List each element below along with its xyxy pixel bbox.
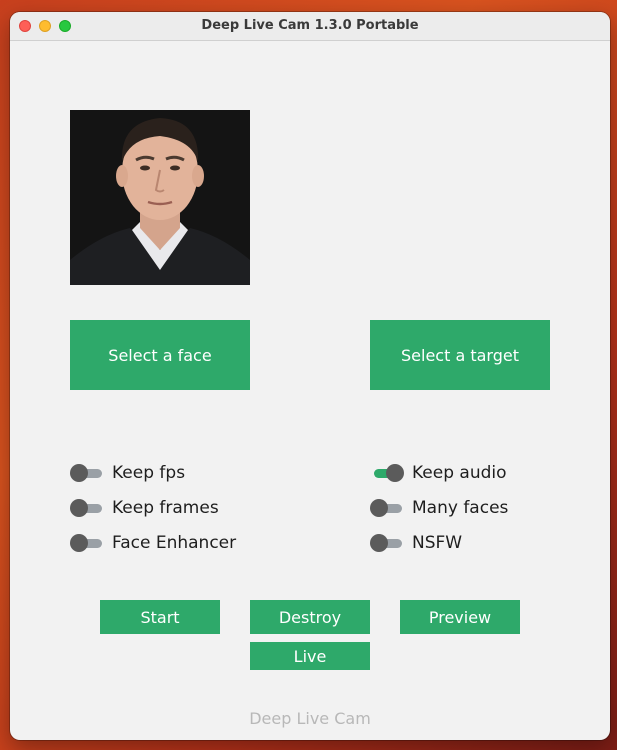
keep-fps-label: Keep fps [112,463,186,483]
keep-audio-row[interactable]: Keep audio [370,462,507,484]
title-bar[interactable]: Deep Live Cam 1.3.0 Portable [10,12,610,41]
keep-fps-switch[interactable] [70,464,104,482]
many-faces-switch[interactable] [370,499,404,517]
start-button[interactable]: Start [100,600,220,634]
keep-audio-label: Keep audio [412,463,507,483]
face-enhancer-row[interactable]: Face Enhancer [70,532,236,554]
keep-frames-label: Keep frames [112,498,219,518]
face-photo-icon [70,110,250,285]
keep-audio-switch[interactable] [370,464,404,482]
face-enhancer-label: Face Enhancer [112,533,237,553]
keep-frames-switch[interactable] [70,499,104,517]
select-target-button[interactable]: Select a target [370,320,550,390]
keep-fps-row[interactable]: Keep fps [70,462,185,484]
destroy-button[interactable]: Destroy [250,600,370,634]
select-face-button[interactable]: Select a face [70,320,250,390]
live-button[interactable]: Live [250,642,370,670]
nsfw-row[interactable]: NSFW [370,532,462,554]
nsfw-label: NSFW [412,533,463,553]
window-title: Deep Live Cam 1.3.0 Portable [201,18,419,33]
footer-link[interactable]: Deep Live Cam [10,709,610,728]
app-window: Deep Live Cam 1.3.0 Portable Select a fa… [10,12,610,740]
source-face-preview [70,110,250,285]
nsfw-switch[interactable] [370,534,404,552]
keep-frames-row[interactable]: Keep frames [70,497,219,519]
many-faces-row[interactable]: Many faces [370,497,508,519]
many-faces-label: Many faces [412,498,509,518]
face-enhancer-switch[interactable] [70,534,104,552]
preview-button[interactable]: Preview [400,600,520,634]
